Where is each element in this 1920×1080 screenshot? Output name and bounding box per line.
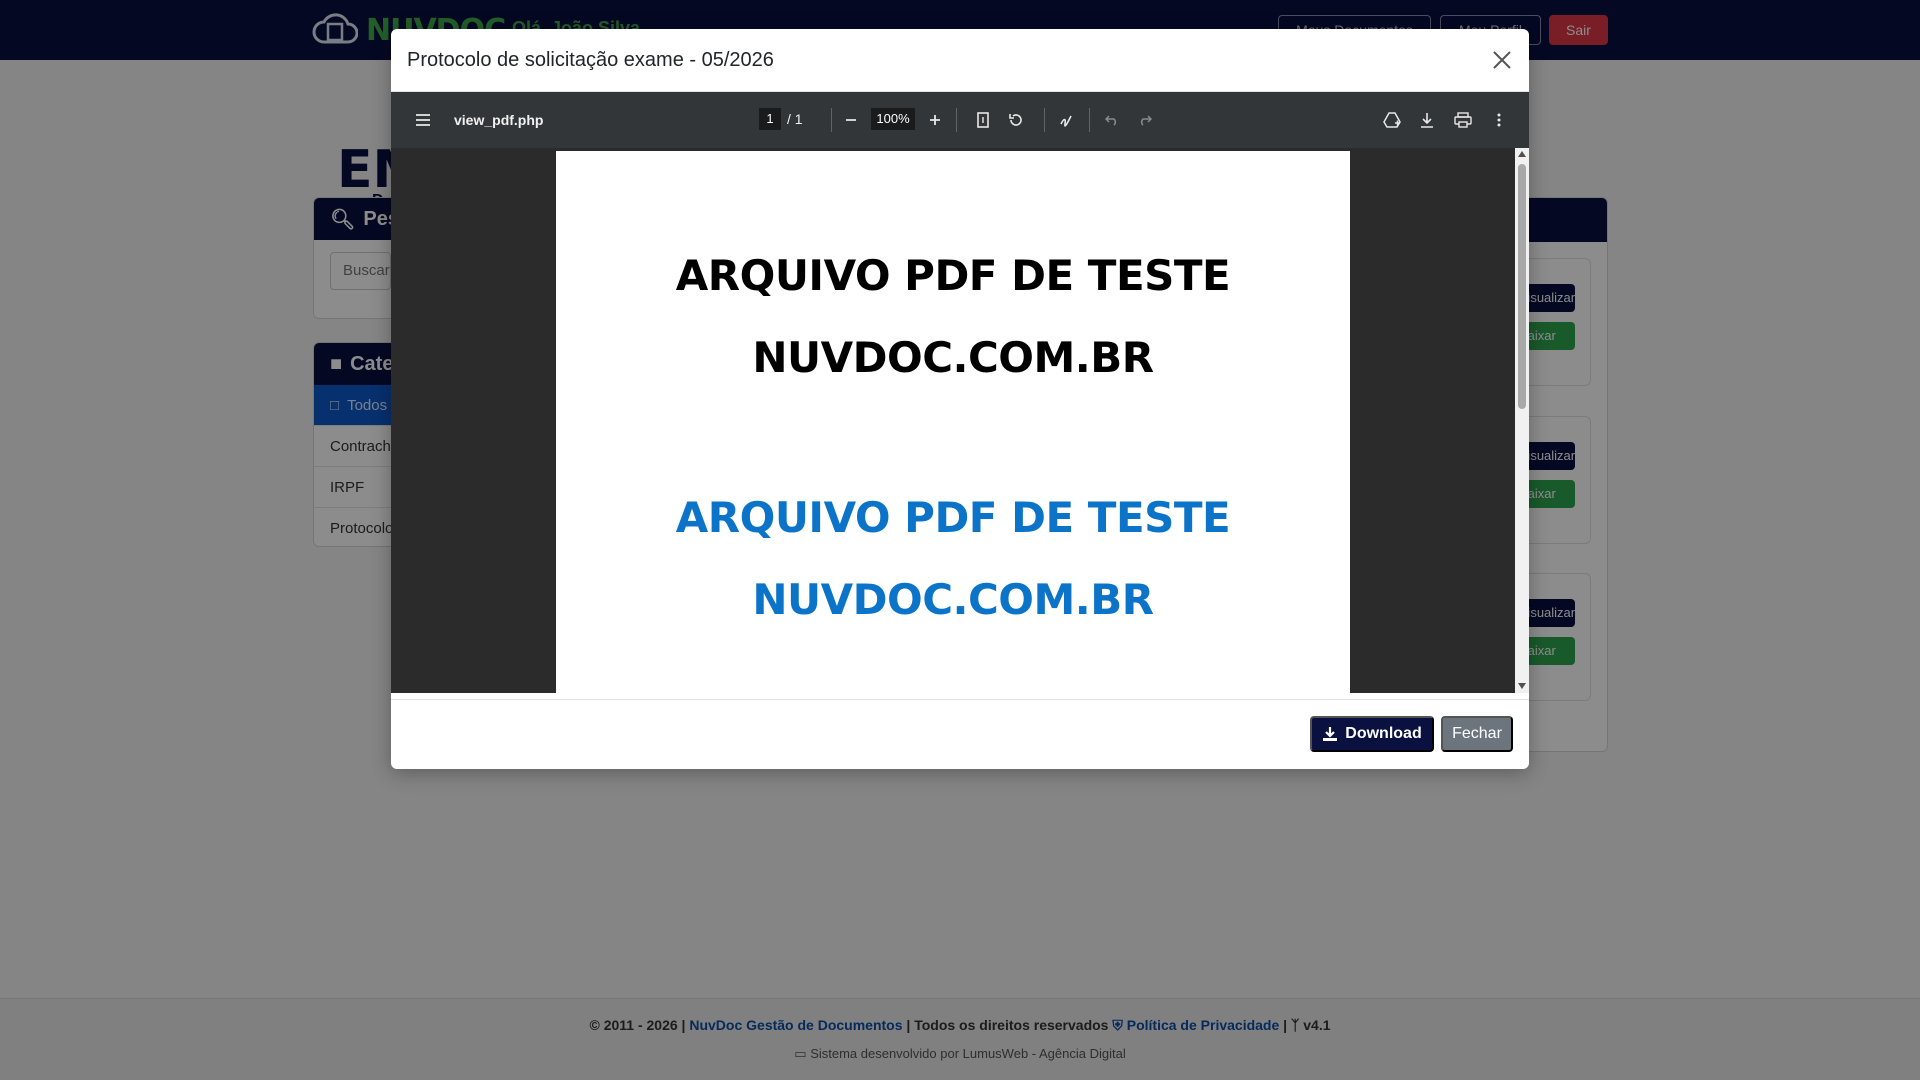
modal-header: Protocolo de solicitação exame - 05/2026 [391,29,1529,92]
zoom-in-icon[interactable] [923,108,947,132]
redo-icon[interactable] [1133,108,1157,132]
print-icon[interactable] [1451,108,1475,132]
close-icon[interactable] [1489,47,1515,73]
pdf-page: ARQUIVO PDF DE TESTE NUVDOC.COM.BR ARQUI… [556,151,1350,693]
close-button[interactable]: Fechar [1441,716,1513,752]
rotate-icon[interactable] [1004,108,1028,132]
toolbar-divider [831,108,832,132]
pdf-viewer: view_pdf.php 1 / 1 100% ARQUIVO PDF DE T… [391,92,1529,693]
modal-title: Protocolo de solicitação exame - 05/2026 [407,49,774,71]
page-number-input[interactable]: 1 [759,108,781,130]
download-button-label: Download [1345,725,1422,742]
pdf-filename: view_pdf.php [454,112,544,128]
scroll-down-icon[interactable] [1518,683,1526,689]
pdf-heading-line: NUVDOC.COM.BR [752,575,1154,624]
pdf-heading-line: ARQUIVO PDF DE TESTE [675,493,1231,542]
download-icon [1323,727,1338,741]
toolbar-divider [956,108,957,132]
add-to-drive-icon[interactable] [1380,108,1404,132]
toolbar-divider [1044,108,1045,132]
menu-icon[interactable] [411,108,435,132]
more-options-icon[interactable] [1487,108,1511,132]
pdf-preview-modal: Protocolo de solicitação exame - 05/2026… [391,29,1529,769]
pdf-heading-line: ARQUIVO PDF DE TESTE [675,251,1231,300]
fit-page-icon[interactable] [971,108,995,132]
download-icon[interactable] [1415,108,1439,132]
modal-footer: Download Fechar [391,699,1529,769]
toolbar-divider [1089,108,1090,132]
zoom-out-icon[interactable] [839,108,863,132]
page-total: / 1 [787,111,803,127]
pdf-toolbar: view_pdf.php 1 / 1 100% [391,92,1529,148]
scroll-thumb[interactable] [1518,164,1526,409]
annotate-icon[interactable] [1055,108,1079,132]
download-button[interactable]: Download [1310,716,1434,752]
undo-icon[interactable] [1100,108,1124,132]
scroll-up-icon[interactable] [1518,151,1526,157]
pdf-scrollbar[interactable] [1515,148,1529,693]
pdf-document-area[interactable]: ARQUIVO PDF DE TESTE NUVDOC.COM.BR ARQUI… [391,148,1515,693]
pdf-heading-line: NUVDOC.COM.BR [752,333,1154,382]
zoom-level-input[interactable]: 100% [871,108,915,130]
